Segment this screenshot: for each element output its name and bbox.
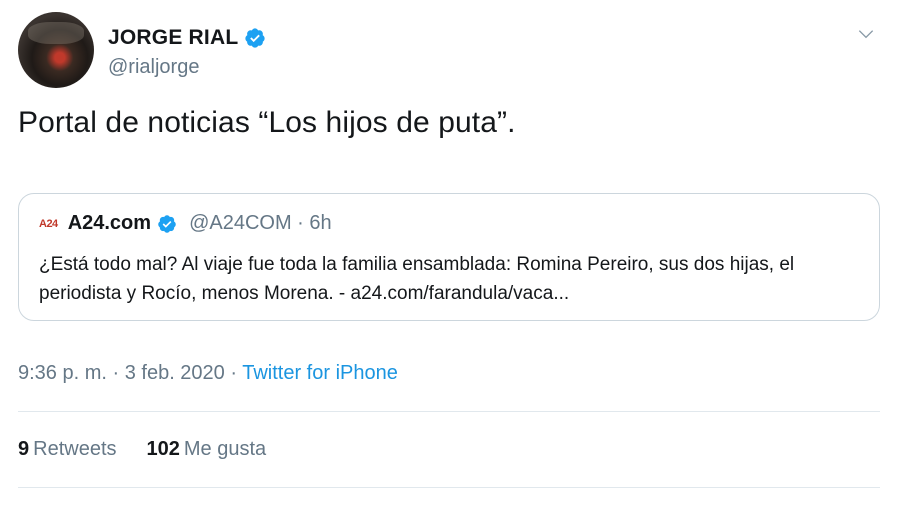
tweet-meta: 9:36 p. m. · 3 feb. 2020 · Twitter for i… xyxy=(18,362,398,385)
tweet-stats: 9 Retweets 102 Me gusta xyxy=(18,438,266,461)
quoted-tweet[interactable]: A24 A24.com @A24COM · 6h ¿Está todo mal?… xyxy=(18,193,880,321)
author-name-row[interactable]: JORGE RIAL xyxy=(108,26,266,50)
retweets-stat[interactable]: 9 Retweets xyxy=(18,438,117,461)
quoted-tweet-header: A24 A24.com @A24COM · 6h xyxy=(39,212,332,235)
quoted-tweet-text: ¿Está todo mal? Al viaje fue toda la fam… xyxy=(39,254,795,304)
author-handle[interactable]: @rialjorge xyxy=(108,56,199,79)
a24-logo-icon: A24 xyxy=(39,217,58,230)
tweet-header: JORGE RIAL @rialjorge xyxy=(18,12,882,90)
tweet-text: Portal de noticias “Los hijos de puta”. xyxy=(18,106,516,139)
avatar[interactable] xyxy=(18,12,94,88)
chevron-down-icon[interactable] xyxy=(856,24,876,44)
verified-badge-icon xyxy=(245,28,265,48)
likes-label: Me gusta xyxy=(183,438,267,460)
quoted-handle-time: @A24COM · 6h xyxy=(189,212,332,234)
quoted-author-name: A24.com xyxy=(67,212,152,234)
author-display-name[interactable]: JORGE RIAL xyxy=(108,26,238,50)
divider xyxy=(18,487,880,488)
retweets-label: Retweets xyxy=(33,438,117,460)
verified-badge-icon xyxy=(158,214,176,233)
divider xyxy=(18,411,880,412)
tweet-source-link[interactable]: Twitter for iPhone xyxy=(242,362,398,384)
likes-count: 102 xyxy=(146,438,180,460)
tweet-timestamp[interactable]: 9:36 p. m. · 3 feb. 2020 · xyxy=(18,362,242,384)
retweets-count: 9 xyxy=(18,438,30,460)
likes-stat[interactable]: 102 Me gusta xyxy=(147,438,267,461)
